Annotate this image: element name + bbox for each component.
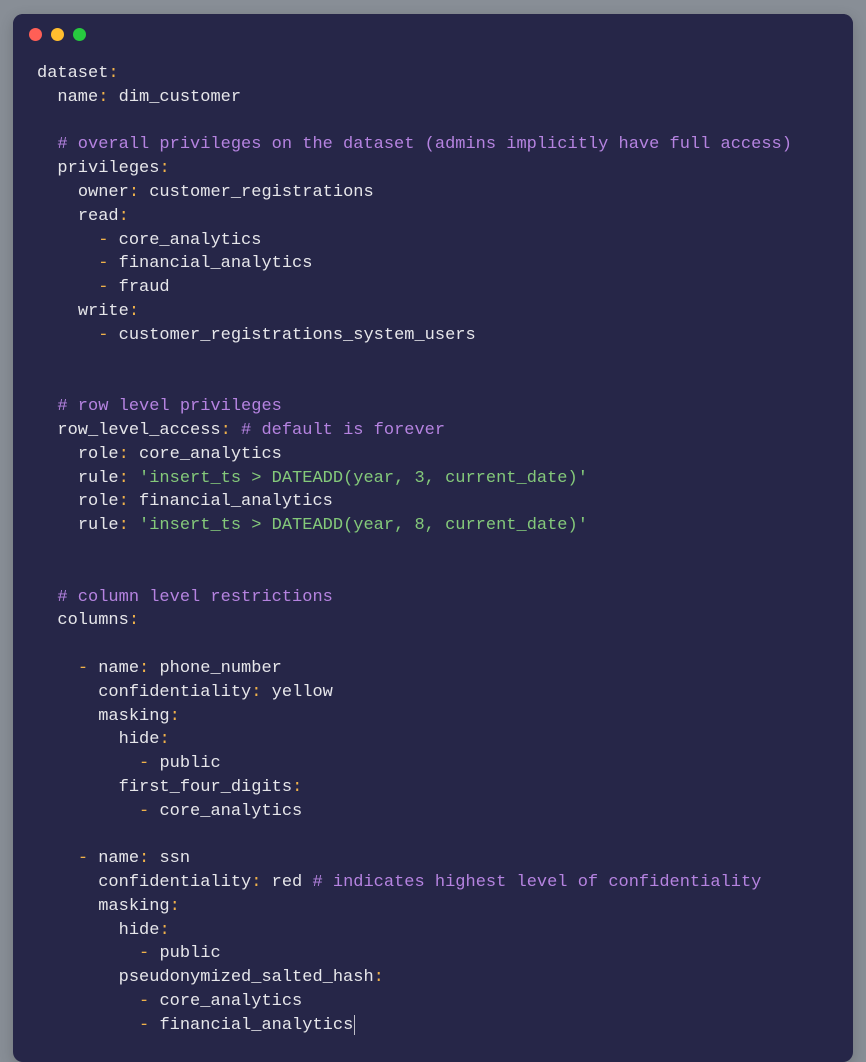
comment-default-forever: # default is forever xyxy=(241,421,445,440)
value-dataset-name: dim_customer xyxy=(119,88,241,107)
c2-mask2-item-1: financial_analytics xyxy=(159,1016,353,1035)
key-c1-conf: confidentiality xyxy=(98,683,251,702)
read-item-0: core_analytics xyxy=(119,231,262,250)
key-c2-mask2: pseudonymized_salted_hash xyxy=(119,968,374,987)
key-rule-1: rule xyxy=(78,469,119,488)
key-dataset: dataset xyxy=(37,64,108,83)
value-c1-name: phone_number xyxy=(159,659,281,678)
write-item-0: customer_registrations_system_users xyxy=(119,326,476,345)
text-cursor xyxy=(354,1015,355,1035)
key-role-2: role xyxy=(78,492,119,511)
key-c1-name: name xyxy=(98,659,139,678)
value-rule-1: 'insert_ts > DATEADD(year, 3, current_da… xyxy=(139,469,588,488)
key-columns: columns xyxy=(57,611,128,630)
comment-row-level: # row level privileges xyxy=(57,397,281,416)
comment-column-level: # column level restrictions xyxy=(57,588,332,607)
window-titlebar xyxy=(13,14,853,54)
key-privileges: privileges xyxy=(57,159,159,178)
comment-overall-privileges: # overall privileges on the dataset (adm… xyxy=(57,135,792,154)
value-c2-conf: red xyxy=(272,873,303,892)
value-role-1: core_analytics xyxy=(139,445,282,464)
key-name: name xyxy=(57,88,98,107)
value-role-2: financial_analytics xyxy=(139,492,333,511)
c2-mask2-item-0: core_analytics xyxy=(159,992,302,1011)
key-c2-hide: hide xyxy=(119,921,160,940)
window-minimize-button[interactable] xyxy=(51,28,64,41)
read-item-2: fraud xyxy=(119,278,170,297)
key-owner: owner xyxy=(78,183,129,202)
window-zoom-button[interactable] xyxy=(73,28,86,41)
key-c1-mask2: first_four_digits xyxy=(119,778,292,797)
window-close-button[interactable] xyxy=(29,28,42,41)
key-write: write xyxy=(78,302,129,321)
c1-hide-item-0: public xyxy=(159,754,220,773)
key-c2-conf: confidentiality xyxy=(98,873,251,892)
value-rule-2: 'insert_ts > DATEADD(year, 8, current_da… xyxy=(139,516,588,535)
key-rule-2: rule xyxy=(78,516,119,535)
c1-mask2-item-0: core_analytics xyxy=(159,802,302,821)
key-role-1: role xyxy=(78,445,119,464)
code-window: dataset: name: dim_customer # overall pr… xyxy=(13,14,853,1062)
value-c2-name: ssn xyxy=(159,849,190,868)
key-c2-mask: masking xyxy=(98,897,169,916)
key-row-level-access: row_level_access xyxy=(57,421,220,440)
key-c1-mask: masking xyxy=(98,707,169,726)
yaml-code-block: dataset: name: dim_customer # overall pr… xyxy=(13,54,853,1062)
read-item-1: financial_analytics xyxy=(119,254,313,273)
c2-hide-item-0: public xyxy=(159,944,220,963)
value-c1-conf: yellow xyxy=(272,683,333,702)
value-owner: customer_registrations xyxy=(149,183,373,202)
key-read: read xyxy=(78,207,119,226)
comment-c2-conf: # indicates highest level of confidentia… xyxy=(312,873,761,892)
key-c2-name: name xyxy=(98,849,139,868)
key-c1-hide: hide xyxy=(119,730,160,749)
